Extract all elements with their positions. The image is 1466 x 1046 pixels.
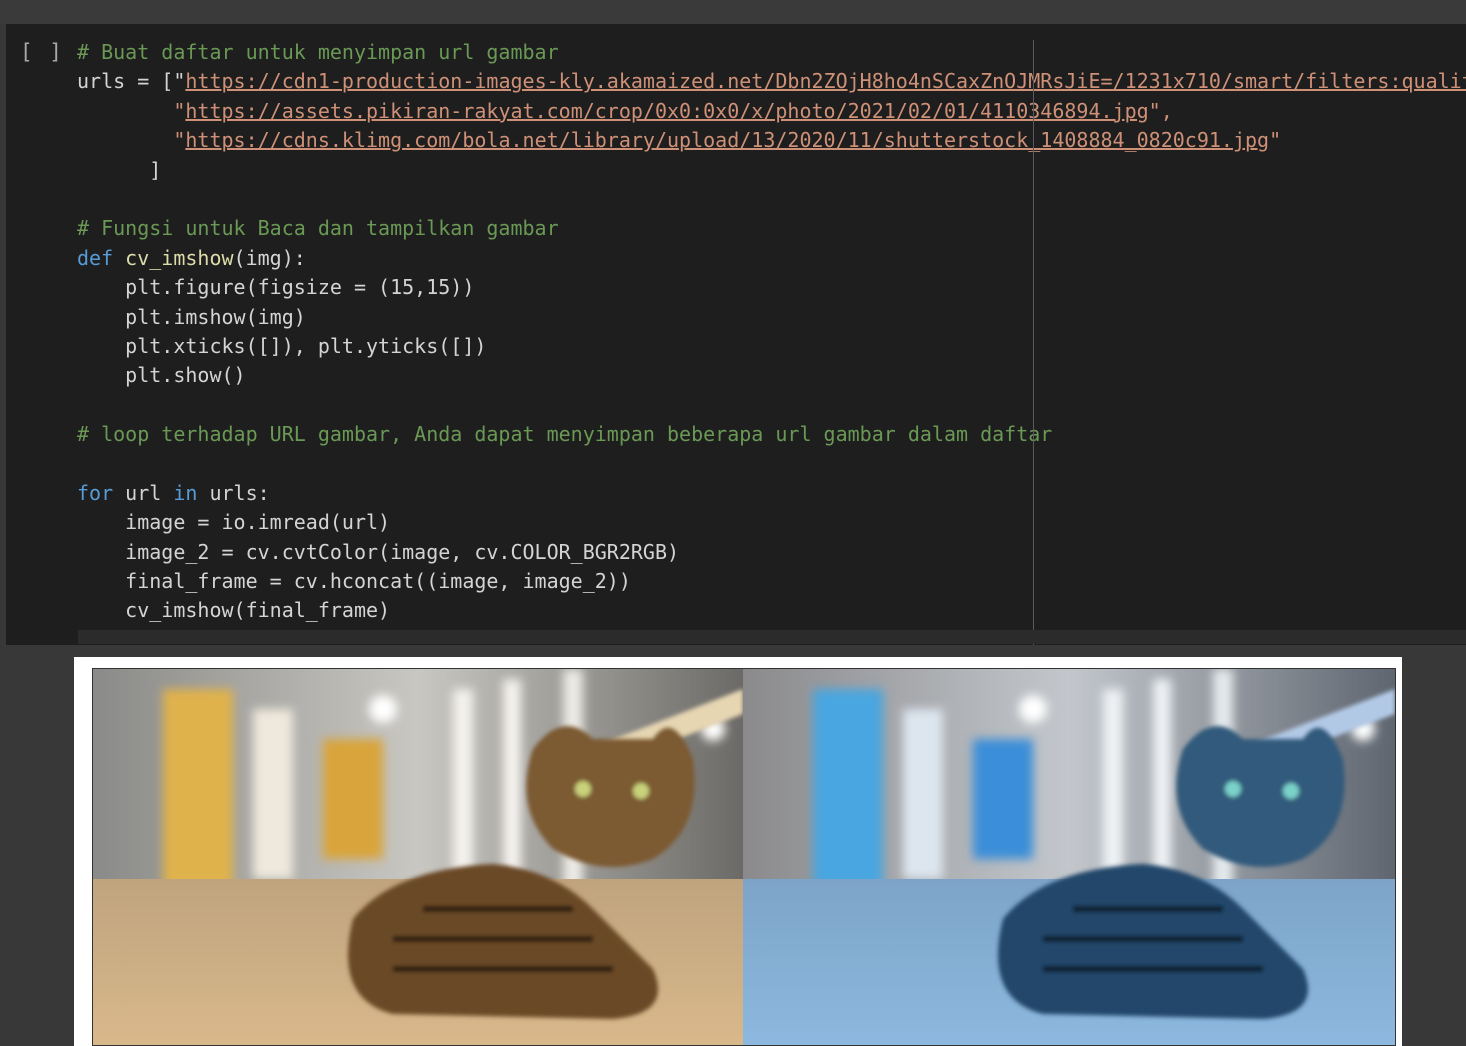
- code-line[interactable]: plt.xticks([]), plt.yticks([]): [77, 332, 1466, 361]
- code-token: # Fungsi untuk Baca dan tampilkan gambar: [77, 216, 559, 241]
- code-line[interactable]: "https://assets.pikiran-rakyat.com/crop/…: [77, 97, 1466, 126]
- code-token: ": [77, 98, 186, 123]
- cat-image-pair: [93, 669, 1395, 1045]
- code-line[interactable]: image = io.imread(url): [77, 508, 1466, 537]
- code-token: final_frame = cv.hconcat((image, image_2…: [77, 569, 631, 594]
- code-token: (img):: [233, 245, 306, 270]
- code-token: plt.show(): [77, 363, 246, 388]
- code-line[interactable]: # Buat daftar untuk menyimpan url gambar: [77, 38, 1466, 67]
- code-token: cv_imshow: [125, 245, 234, 270]
- code-line[interactable]: for url in urls:: [77, 479, 1466, 508]
- code-token: def: [77, 245, 126, 270]
- code-line[interactable]: ]: [77, 156, 1466, 185]
- code-line[interactable]: # loop terhadap URL gambar, Anda dapat m…: [77, 420, 1466, 449]
- code-token: ",: [1148, 98, 1173, 123]
- code-line[interactable]: plt.show(): [77, 361, 1466, 390]
- code-cell[interactable]: [ ] # Buat daftar untuk menyimpan url ga…: [6, 24, 1466, 645]
- code-token: ]: [77, 157, 162, 182]
- code-line[interactable]: [77, 185, 1466, 214]
- code-token: ": [1269, 128, 1282, 153]
- cat-original-photo: [93, 669, 743, 1045]
- code-token: url: [125, 480, 174, 505]
- code-token: plt.xticks([]), plt.yticks([]): [77, 333, 487, 358]
- code-url-token[interactable]: https://assets.pikiran-rakyat.com/crop/0…: [185, 99, 1148, 123]
- code-token: # loop terhadap URL gambar, Anda dapat m…: [77, 422, 1053, 447]
- code-line[interactable]: def cv_imshow(img):: [77, 244, 1466, 273]
- code-token: plt.imshow(img): [77, 304, 306, 329]
- code-line[interactable]: [77, 391, 1466, 420]
- code-line[interactable]: "https://cdns.klimg.com/bola.net/library…: [77, 126, 1466, 155]
- top-bar: [0, 0, 1466, 24]
- code-token: # Buat daftar untuk menyimpan url gambar: [77, 40, 559, 64]
- code-line[interactable]: # Fungsi untuk Baca dan tampilkan gambar: [77, 214, 1466, 243]
- code-line[interactable]: image_2 = cv.cvtColor(image, cv.COLOR_BG…: [77, 538, 1466, 567]
- cell-output: [74, 657, 1402, 1046]
- code-line[interactable]: plt.figure(figsize = (15,15)): [77, 273, 1466, 302]
- cat-bgr-swapped-photo: [743, 669, 1395, 1045]
- code-url-token[interactable]: https://cdns.klimg.com/bola.net/library/…: [185, 128, 1269, 152]
- code-token: plt.figure(figsize = (15,15)): [77, 275, 475, 300]
- run-cell-button[interactable]: [ ]: [20, 40, 64, 64]
- code-token: urls:: [209, 480, 270, 505]
- code-token: ": [77, 128, 186, 153]
- horizontal-scrollbar[interactable]: [78, 630, 1466, 644]
- code-line[interactable]: plt.imshow(img): [77, 303, 1466, 332]
- code-token: cv_imshow(final_frame): [77, 598, 391, 623]
- code-line[interactable]: urls = ["https://cdn1-production-images-…: [77, 67, 1466, 96]
- code-token: urls = [": [77, 69, 186, 94]
- column-ruler: [1033, 40, 1034, 645]
- code-token: image = io.imread(url): [77, 510, 391, 535]
- code-line[interactable]: final_frame = cv.hconcat((image, image_2…: [77, 567, 1466, 596]
- output-figure: [92, 668, 1396, 1046]
- code-token: in: [173, 480, 210, 505]
- code-editor[interactable]: # Buat daftar untuk menyimpan url gambar…: [77, 38, 1466, 626]
- code-line[interactable]: cv_imshow(final_frame): [77, 596, 1466, 625]
- code-line[interactable]: [77, 449, 1466, 478]
- code-token: for: [77, 480, 126, 505]
- code-url-token[interactable]: https://cdn1-production-images-kly.akama…: [185, 69, 1466, 93]
- code-token: image_2 = cv.cvtColor(image, cv.COLOR_BG…: [77, 539, 680, 564]
